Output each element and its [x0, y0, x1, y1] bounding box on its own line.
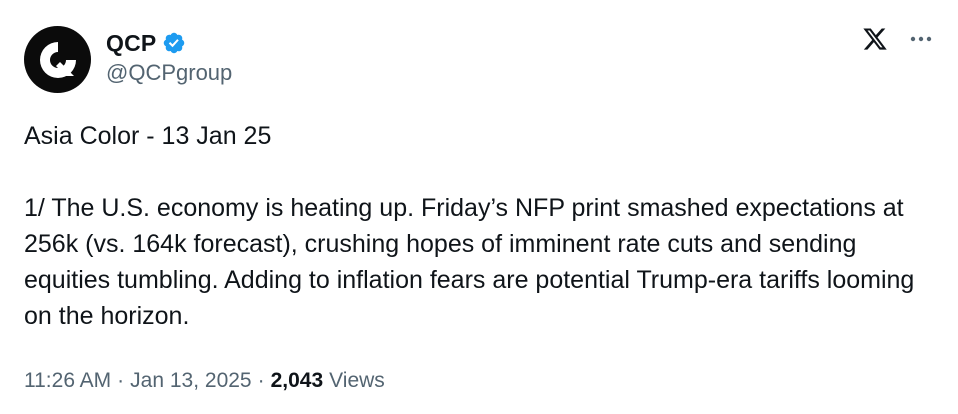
author-display-name[interactable]: QCP	[106, 30, 156, 57]
tweet-body-paragraph: 1/ The U.S. economy is heating up. Frida…	[24, 194, 915, 330]
avatar[interactable]	[24, 26, 91, 93]
tweet-date-link[interactable]: Jan 13, 2025	[130, 369, 251, 393]
tweet-time-link[interactable]: 11:26 AM	[24, 369, 111, 393]
meta-separator: ·	[117, 369, 125, 392]
tweet-text: Asia Color - 13 Jan 25 1/ The U.S. econo…	[24, 118, 924, 334]
views-label: Views	[329, 369, 385, 392]
tweet-meta: 11:26 AM · Jan 13, 2025 · 2,043 Views	[24, 369, 385, 393]
x-logo-icon[interactable]	[862, 26, 888, 52]
tweet-title-line: Asia Color - 13 Jan 25	[24, 122, 272, 150]
tweet-header-actions	[862, 26, 934, 52]
views-count[interactable]: 2,043	[271, 369, 324, 393]
author-name-row: QCP	[106, 28, 186, 58]
qcp-logo-icon	[39, 41, 76, 78]
verified-badge-icon[interactable]	[162, 31, 186, 55]
more-options-icon[interactable]	[908, 26, 934, 52]
tweet-card: QCP @QCPgroup Asia Color - 13 Jan 25 1/ …	[0, 0, 958, 414]
author-handle[interactable]: @QCPgroup	[106, 60, 232, 86]
meta-separator: ·	[257, 369, 265, 392]
